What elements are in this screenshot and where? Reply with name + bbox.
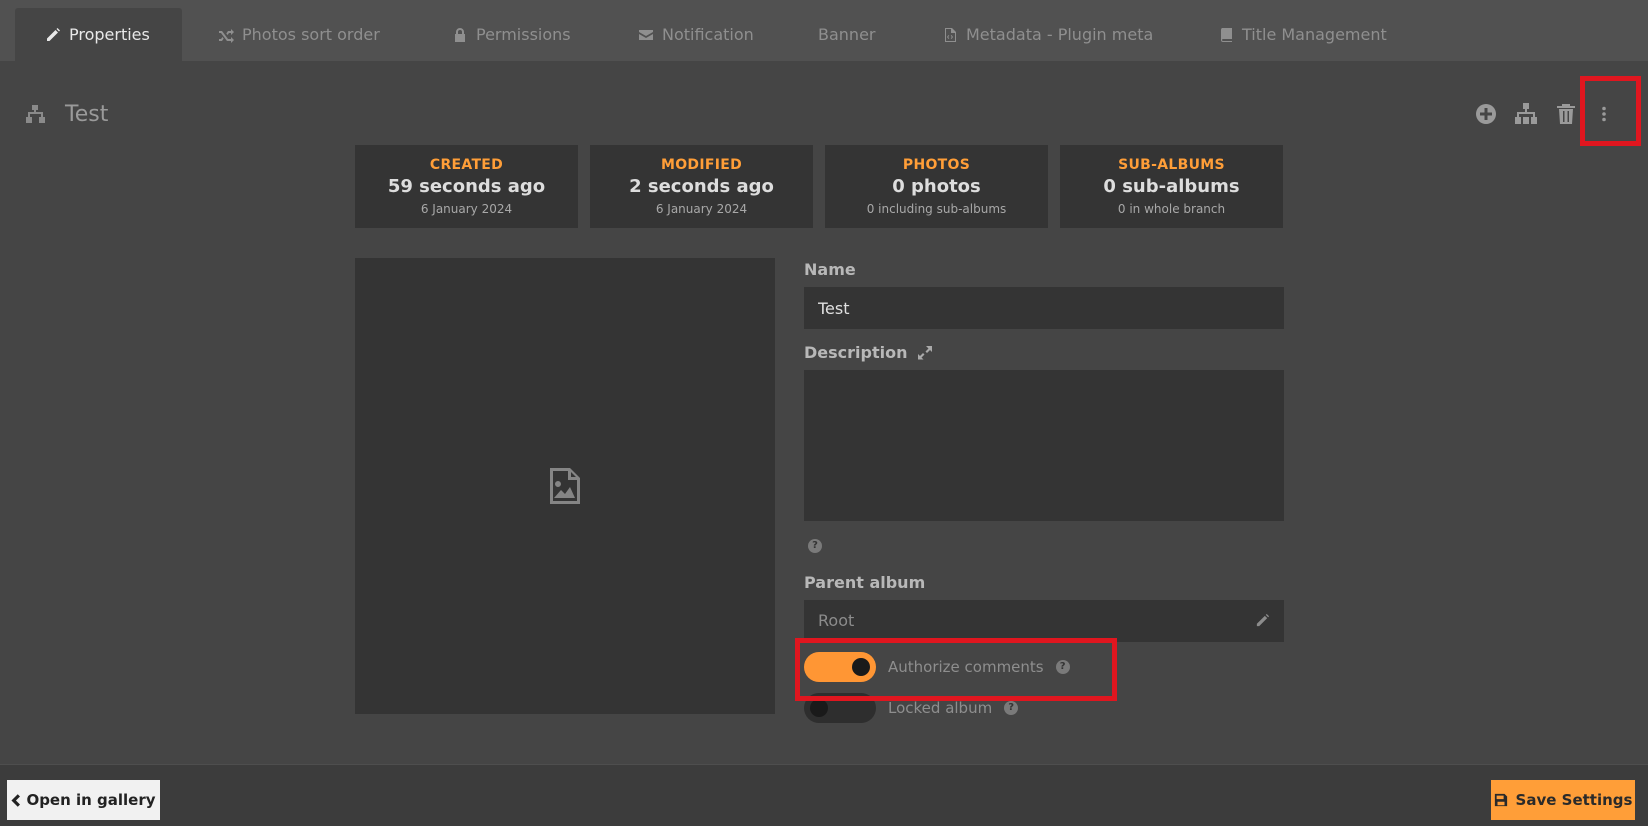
help-icon: ? xyxy=(808,538,822,553)
name-input[interactable] xyxy=(804,287,1284,329)
move-album-button[interactable] xyxy=(1514,102,1538,126)
stat-label: PHOTOS xyxy=(902,157,971,173)
locked-album-row: Locked album ? xyxy=(804,692,1284,723)
stat-value: 2 seconds ago xyxy=(629,176,774,197)
stat-sub: 6 January 2024 xyxy=(420,202,513,216)
save-settings-button[interactable]: Save Settings xyxy=(1491,780,1635,820)
tab-bar: Properties Photos sort order Permissions… xyxy=(0,0,1648,61)
help-icon[interactable]: ? xyxy=(1055,659,1070,674)
description-header: Description xyxy=(804,343,1284,362)
toggle-knob xyxy=(810,698,828,717)
help-icon[interactable]: ? xyxy=(1004,700,1019,715)
pencil-icon xyxy=(1256,613,1270,627)
image-file-icon xyxy=(550,468,580,504)
tab-permissions[interactable]: Permissions xyxy=(422,8,601,61)
authorize-comments-toggle[interactable] xyxy=(804,651,876,682)
description-textarea[interactable] xyxy=(804,370,1284,521)
sitemap-icon xyxy=(26,105,45,123)
stat-label: SUB-ALBUMS xyxy=(1118,157,1225,173)
stat-value: 0 photos xyxy=(892,176,981,197)
stat-sub: 0 in whole branch xyxy=(1117,202,1226,216)
tab-banner[interactable]: Banner xyxy=(788,8,905,61)
more-options-button[interactable] xyxy=(1592,102,1616,126)
stat-value: 59 seconds ago xyxy=(387,176,546,197)
pencil-icon xyxy=(47,27,60,41)
stat-sub-albums: SUB-ALBUMS 0 sub-albums 0 in whole branc… xyxy=(1060,145,1283,228)
stat-sub: 0 including sub-albums xyxy=(866,202,1007,216)
lock-icon xyxy=(455,27,465,42)
file-code-icon xyxy=(945,27,956,42)
tab-label: Metadata - Plugin meta xyxy=(966,25,1154,44)
tab-label: Permissions xyxy=(476,25,571,44)
album-title: Test xyxy=(65,102,109,127)
envelope-icon xyxy=(639,29,653,40)
stat-created: CREATED 59 seconds ago 6 January 2024 xyxy=(355,145,578,228)
more-vertical-icon xyxy=(1602,106,1606,122)
tab-title-management[interactable]: Title Management xyxy=(1188,8,1417,61)
authorize-comments-label: Authorize comments xyxy=(888,657,1044,676)
parent-album-label: Parent album xyxy=(804,572,926,592)
tab-label: Banner xyxy=(818,25,876,44)
tab-label: Properties xyxy=(69,25,150,44)
description-help[interactable]: ? xyxy=(808,533,1284,553)
album-header: Test xyxy=(0,96,1648,136)
parent-album-value: Root xyxy=(818,611,855,630)
album-thumbnail[interactable] xyxy=(355,258,775,714)
sitemap-icon xyxy=(1515,103,1537,124)
tab-notification[interactable]: Notification xyxy=(608,8,784,61)
footer: Open in gallery Save Settings xyxy=(0,764,1648,826)
add-album-button[interactable] xyxy=(1474,102,1498,126)
add-circle-icon xyxy=(1476,104,1496,124)
stat-label: CREATED xyxy=(429,157,504,173)
tab-label: Photos sort order xyxy=(242,25,380,44)
stat-photos: PHOTOS 0 photos 0 including sub-albums xyxy=(825,145,1048,228)
locked-album-toggle[interactable] xyxy=(804,692,876,723)
description-label: Description xyxy=(804,343,908,362)
save-settings-label: Save Settings xyxy=(1515,791,1633,809)
chevron-left-icon xyxy=(11,793,21,807)
name-label: Name xyxy=(804,260,856,279)
delete-album-button[interactable] xyxy=(1554,102,1578,126)
tab-photos-sort-order[interactable]: Photos sort order xyxy=(188,8,410,61)
stat-value: 0 sub-albums xyxy=(1103,176,1240,197)
tab-properties[interactable]: Properties xyxy=(15,8,182,61)
stat-sub: 6 January 2024 xyxy=(655,202,748,216)
tab-metadata-plugin-meta[interactable]: Metadata - Plugin meta xyxy=(912,8,1183,61)
open-in-gallery-button[interactable]: Open in gallery xyxy=(7,780,160,820)
locked-album-label: Locked album xyxy=(888,698,993,717)
expand-icon[interactable] xyxy=(917,345,933,361)
tab-label: Title Management xyxy=(1242,25,1387,44)
toggle-knob xyxy=(852,657,870,676)
album-properties-form: Name Description ? Parent album Root Aut… xyxy=(804,258,1284,723)
shuffle-icon xyxy=(219,28,234,43)
authorize-comments-row: Authorize comments ? xyxy=(804,651,1284,682)
trash-icon xyxy=(1557,104,1575,124)
stat-modified: MODIFIED 2 seconds ago 6 January 2024 xyxy=(590,145,813,228)
tab-label: Notification xyxy=(662,25,754,44)
book-icon xyxy=(1220,27,1232,42)
album-stats: CREATED 59 seconds ago 6 January 2024 MO… xyxy=(355,145,1283,228)
open-in-gallery-label: Open in gallery xyxy=(26,791,156,809)
parent-album-select[interactable]: Root xyxy=(804,599,1284,642)
stat-label: MODIFIED xyxy=(660,157,743,173)
save-icon xyxy=(1494,793,1507,807)
